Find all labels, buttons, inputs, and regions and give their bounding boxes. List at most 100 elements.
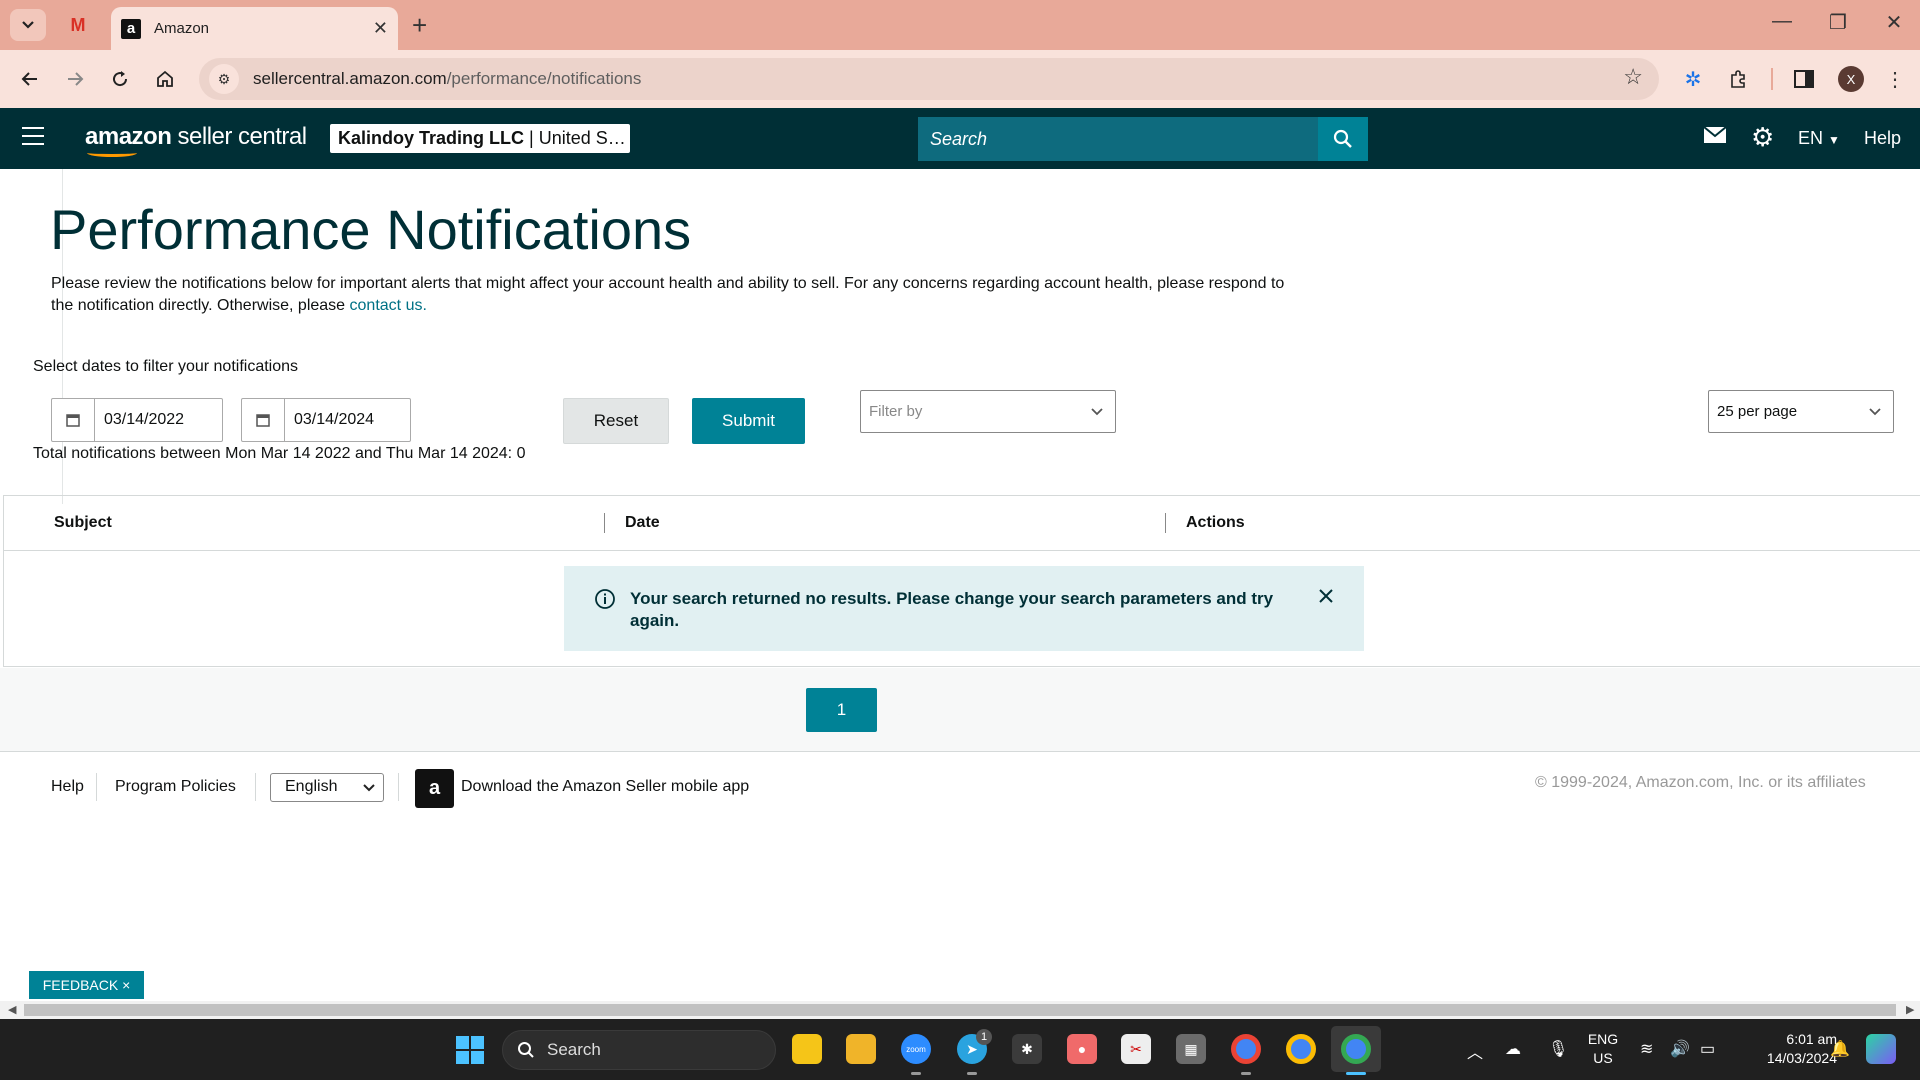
submit-button[interactable]: Submit	[692, 398, 805, 444]
url-path: /performance/notifications	[446, 69, 642, 88]
header-help-link[interactable]: Help	[1864, 128, 1901, 149]
start-date-field[interactable]: 03/14/2022	[51, 398, 223, 442]
horizontal-scrollbar[interactable]: ◀ ▶	[0, 1001, 1920, 1019]
settings-gear-icon[interactable]: ⚙	[1751, 122, 1774, 153]
scrollbar-thumb[interactable]	[24, 1004, 1896, 1016]
gmail-pinned-tab[interactable]: M	[60, 12, 96, 38]
end-date-field[interactable]: 03/14/2024	[241, 398, 411, 442]
clock[interactable]: 6:01 am 14/03/2024	[1745, 1030, 1837, 1068]
window-close-icon[interactable]: ✕	[1874, 10, 1914, 35]
footer-language-select[interactable]: English	[270, 773, 384, 802]
slack-icon[interactable]: ✱	[1012, 1034, 1042, 1064]
column-date[interactable]: Date	[625, 514, 660, 532]
footer-divider	[398, 773, 399, 801]
toolbar-divider	[1771, 68, 1773, 90]
header-search-input[interactable]: Search	[930, 129, 1318, 150]
show-hidden-icons[interactable]: ︿	[1467, 1039, 1483, 1063]
sticky-notes-icon[interactable]	[792, 1034, 822, 1064]
back-button[interactable]	[14, 63, 46, 95]
battery-icon[interactable]: ▭	[1700, 1039, 1715, 1059]
seller-central-logo[interactable]: amazon seller central	[85, 123, 308, 157]
wifi-icon[interactable]: ≋	[1640, 1039, 1653, 1059]
zoom-icon[interactable]: zoom	[901, 1034, 931, 1064]
search-icon	[1333, 129, 1352, 148]
side-panel-icon[interactable]	[1788, 63, 1820, 95]
scroll-right-icon[interactable]: ▶	[1906, 1003, 1914, 1016]
home-button[interactable]	[149, 63, 181, 95]
close-tab-icon[interactable]: ✕	[373, 18, 388, 39]
file-explorer-icon[interactable]	[846, 1034, 876, 1064]
copilot-icon[interactable]	[1866, 1034, 1896, 1064]
column-divider	[604, 513, 605, 533]
download-app-link[interactable]: Download the Amazon Seller mobile app	[461, 778, 749, 796]
home-icon	[157, 70, 173, 87]
restore-icon[interactable]: ❐	[1818, 10, 1858, 35]
table-header-row: Subject Date Actions	[4, 496, 1920, 551]
calendar-icon[interactable]	[52, 399, 95, 441]
input-language[interactable]: ENG US	[1586, 1030, 1620, 1068]
forward-button[interactable]	[59, 63, 91, 95]
address-bar[interactable]: ⚙ sellercentral.amazon.com/performance/n…	[199, 58, 1659, 100]
amazon-app-icon[interactable]: a	[415, 769, 454, 808]
browser-toolbar: ⚙ sellercentral.amazon.com/performance/n…	[0, 50, 1920, 108]
header-search[interactable]: Search	[918, 117, 1368, 161]
logo-seller-central: seller central	[171, 123, 308, 150]
footer-divider	[255, 773, 256, 801]
bookmark-star-icon[interactable]: ☆	[1623, 64, 1643, 90]
per-page-value: 25 per page	[1717, 403, 1798, 420]
calculator-icon[interactable]: ▦	[1176, 1034, 1206, 1064]
new-tab-button[interactable]: +	[412, 10, 427, 40]
site-info-icon[interactable]: ⚙	[209, 64, 239, 94]
copyright-text: © 1999-2024, Amazon.com, Inc. or its aff…	[1535, 774, 1866, 791]
snipping-tool-icon[interactable]: ✂	[1121, 1034, 1151, 1064]
lang-bottom: US	[1593, 1050, 1613, 1066]
feedback-button[interactable]: FEEDBACK ×	[29, 971, 144, 999]
microphone-icon[interactable]: 🎙	[1548, 1039, 1568, 1059]
taskbar-search[interactable]: Search	[502, 1030, 776, 1070]
reset-button[interactable]: Reset	[563, 398, 669, 444]
extensions-puzzle-icon[interactable]	[1722, 63, 1754, 95]
filter-label: Select dates to filter your notification…	[33, 358, 299, 375]
column-subject[interactable]: Subject	[54, 514, 112, 532]
info-icon	[595, 589, 615, 609]
profile-avatar[interactable]: X	[1838, 66, 1864, 92]
intro-body: Please review the notifications below fo…	[51, 275, 1285, 314]
windows-start-icon[interactable]	[456, 1036, 484, 1064]
footer-language-value: English	[285, 778, 338, 795]
header-search-button[interactable]	[1318, 117, 1368, 161]
account-name: Kalindoy Trading LLC	[338, 128, 525, 148]
tab-amazon[interactable]: a Amazon ✕	[111, 7, 398, 50]
chevron-down-icon	[1091, 408, 1103, 416]
browser-menu-icon[interactable]: ⋮	[1879, 63, 1911, 95]
filter-by-select[interactable]: Filter by	[860, 390, 1116, 433]
chrome-profile-icon[interactable]	[1286, 1034, 1316, 1064]
close-icon[interactable]	[1318, 588, 1334, 604]
onedrive-icon[interactable]: ☁	[1505, 1039, 1521, 1059]
chevron-down-icon	[363, 784, 375, 792]
per-page-select[interactable]: 25 per page	[1708, 390, 1894, 433]
column-divider	[1165, 513, 1166, 533]
volume-icon[interactable]: 🔊	[1670, 1039, 1690, 1059]
chrome-active-icon[interactable]	[1341, 1034, 1371, 1064]
reload-button[interactable]	[104, 63, 136, 95]
account-switcher[interactable]: Kalindoy Trading LLC | United S…	[330, 124, 630, 153]
language-selector[interactable]: EN ▼	[1798, 128, 1840, 149]
minimize-icon[interactable]: —	[1762, 10, 1802, 33]
mail-icon[interactable]	[1703, 126, 1727, 150]
footer-help-link[interactable]: Help	[51, 778, 84, 796]
tab-search-button[interactable]	[10, 9, 46, 41]
asana-icon[interactable]: ●	[1067, 1034, 1097, 1064]
gmail-icon: M	[70, 14, 86, 35]
program-policies-link[interactable]: Program Policies	[115, 778, 236, 796]
hamburger-menu-icon[interactable]	[22, 127, 44, 145]
reload-icon	[113, 71, 128, 87]
notifications-bell-icon[interactable]: 🔔	[1830, 1039, 1850, 1059]
scroll-left-icon[interactable]: ◀	[8, 1003, 16, 1016]
puzzle-icon	[1731, 70, 1745, 88]
extension-icon[interactable]: ✲	[1677, 63, 1709, 95]
chrome-icon[interactable]	[1231, 1034, 1261, 1064]
calendar-icon[interactable]	[242, 399, 285, 441]
contact-us-link[interactable]: contact us.	[350, 297, 427, 314]
page-button-current[interactable]: 1	[806, 688, 877, 732]
column-actions[interactable]: Actions	[1186, 514, 1245, 532]
